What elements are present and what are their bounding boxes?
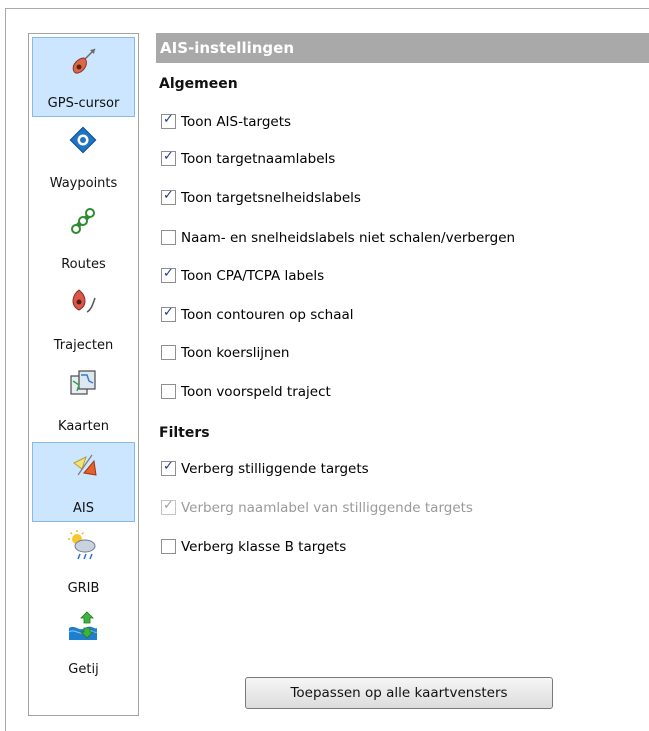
option-label: Verberg klasse B targets — [181, 539, 347, 555]
section-title-general: Algemeen — [159, 76, 238, 92]
sidebar-item-grib[interactable]: GRIB — [32, 523, 135, 603]
option-show-course-lines[interactable]: Toon koerslijnen — [161, 344, 289, 362]
sidebar-item-label: Trajecten — [53, 338, 114, 353]
sidebar-item-label: GPS-cursor — [47, 96, 120, 111]
option-label: Toon voorspeld traject — [181, 384, 331, 400]
sidebar-item-label: Getij — [68, 662, 99, 677]
charts-icon — [70, 370, 96, 395]
sidebar-item-label: Kaarten — [58, 419, 109, 434]
option-label: Toon koerslijnen — [181, 345, 290, 361]
ais-icon — [73, 454, 97, 476]
gps-cursor-icon — [72, 48, 96, 74]
route-icon — [71, 208, 95, 234]
option-show-cpa-tcpa-labels[interactable]: Toon CPA/TCPA labels — [161, 266, 325, 285]
option-label: Toon targetnaamlabels — [181, 151, 336, 167]
checkbox[interactable] — [161, 188, 176, 205]
section-title-filters: Filters — [159, 425, 210, 441]
option-label: Verberg naamlabel van stilliggende targe… — [181, 500, 473, 516]
tide-icon — [68, 611, 98, 640]
checkbox[interactable] — [161, 112, 176, 129]
panel-frame-top — [5, 8, 649, 9]
option-show-predicted-track[interactable]: Toon voorspeld traject — [161, 383, 331, 401]
option-show-target-name-labels[interactable]: Toon targetnaamlabels — [161, 149, 336, 168]
option-label: Toon AIS-targets — [181, 114, 292, 130]
sidebar-item-label: GRIB — [67, 581, 100, 596]
apply-to-all-windows-button[interactable]: Toepassen op alle kaartvensters — [245, 677, 553, 709]
checkbox[interactable] — [161, 149, 176, 166]
waypoint-icon — [69, 126, 97, 154]
option-show-contours-to-scale[interactable]: Toon contouren op schaal — [161, 305, 354, 324]
option-show-target-speed-labels[interactable]: Toon targetsnelheidslabels — [161, 188, 361, 207]
sidebar-item-kaarten[interactable]: Kaarten — [32, 361, 135, 441]
checkbox[interactable] — [161, 305, 176, 322]
sidebar-item-label: Waypoints — [49, 176, 118, 191]
sidebar-item-getij[interactable]: Getij — [32, 604, 135, 684]
checkbox[interactable] — [161, 459, 176, 476]
sidebar-item-gps-cursor[interactable]: GPS-cursor — [32, 37, 135, 117]
sidebar-item-label: AIS — [73, 501, 94, 516]
option-label: Naam- en snelheidslabels niet schalen/ve… — [181, 230, 516, 246]
sidebar-item-ais[interactable]: AIS — [32, 442, 135, 522]
checkbox[interactable] — [161, 229, 176, 245]
checkbox — [161, 498, 176, 515]
settings-sidebar: GPS-cursor Waypoints Routes Trajecten Ka… — [28, 33, 139, 716]
sidebar-item-label: Routes — [61, 257, 106, 272]
checkbox[interactable] — [161, 538, 176, 554]
sidebar-item-trajecten[interactable]: Trajecten — [32, 280, 135, 360]
sidebar-item-routes[interactable]: Routes — [32, 199, 135, 279]
track-icon — [72, 289, 96, 313]
option-hide-stationary-targets[interactable]: Verberg stilliggende targets — [161, 459, 369, 478]
option-hide-class-b-targets[interactable]: Verberg klasse B targets — [161, 538, 346, 556]
checkbox[interactable] — [161, 266, 176, 283]
grib-weather-icon — [68, 530, 96, 560]
panel-title: AIS-instellingen — [156, 33, 649, 63]
option-label: Toon CPA/TCPA labels — [181, 268, 325, 284]
option-no-scale-labels[interactable]: Naam- en snelheidslabels niet schalen/ve… — [161, 229, 515, 247]
panel-frame-left — [5, 8, 6, 731]
sidebar-item-waypoints[interactable]: Waypoints — [32, 118, 135, 198]
option-show-ais-targets[interactable]: Toon AIS-targets — [161, 112, 292, 131]
checkbox[interactable] — [161, 383, 176, 399]
option-label: Toon contouren op schaal — [181, 307, 354, 323]
option-hide-stationary-name-labels: Verberg naamlabel van stilliggende targe… — [161, 498, 473, 517]
option-label: Toon targetsnelheidslabels — [181, 190, 361, 206]
option-label: Verberg stilliggende targets — [181, 461, 369, 477]
checkbox[interactable] — [161, 344, 176, 360]
